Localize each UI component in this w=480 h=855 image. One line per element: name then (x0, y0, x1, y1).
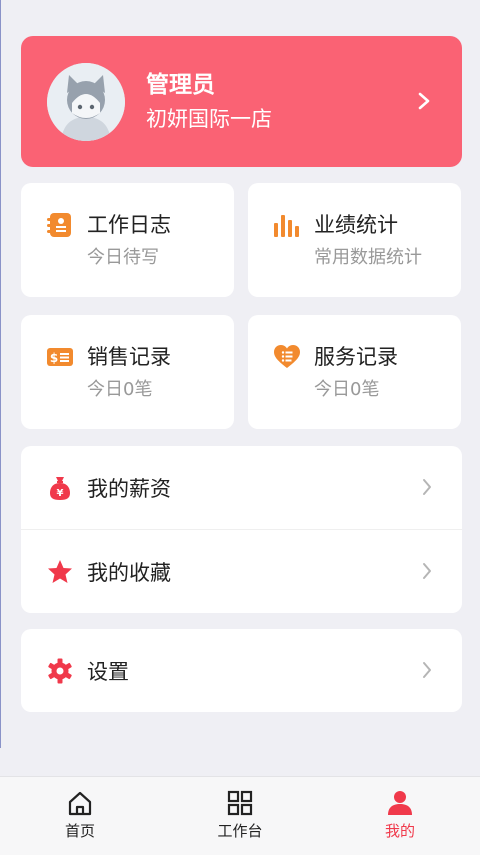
person-icon (388, 791, 412, 815)
menu-label: 我的收藏 (87, 560, 171, 585)
star-icon (48, 559, 72, 583)
notebook-icon (47, 213, 71, 237)
money-bag-icon: ¥ (50, 476, 70, 500)
chevron-right-icon (423, 662, 431, 678)
card-title: 销售记录 (87, 345, 171, 369)
service-record-card[interactable]: 服务记录 今日0笔 (248, 315, 461, 429)
work-log-card[interactable]: 工作日志 今日待写 (21, 183, 234, 297)
chevron-right-icon (418, 92, 430, 110)
bottom-tab-bar: 首页 工作台 我的 (0, 776, 480, 855)
chevron-right-icon (423, 479, 431, 495)
menu-item-favorites[interactable]: 我的收藏 (21, 529, 462, 613)
tab-label: 工作台 (217, 822, 263, 840)
performance-stats-card[interactable]: 业绩统计 常用数据统计 (248, 183, 461, 297)
avatar (47, 62, 125, 141)
card-subtitle: 常用数据统计 (314, 247, 422, 268)
menu-item-salary[interactable]: ¥ 我的薪资 (21, 446, 462, 529)
grid-icon (227, 790, 253, 816)
chevron-right-icon (423, 563, 431, 579)
card-subtitle: 今日待写 (87, 247, 159, 268)
dollar-receipt-icon: $ (47, 348, 73, 366)
card-subtitle: 今日0笔 (87, 379, 153, 400)
tab-workbench[interactable]: 工作台 (160, 777, 320, 855)
card-title: 服务记录 (314, 345, 398, 369)
card-title: 工作日志 (87, 213, 171, 237)
svg-text:$: $ (50, 351, 58, 365)
gear-icon (48, 658, 72, 683)
settings-group: 设置 (21, 629, 462, 712)
profile-card[interactable]: 管理员 初妍国际一店 (21, 36, 462, 167)
tab-label: 首页 (64, 822, 95, 840)
menu-label: 设置 (87, 659, 129, 684)
card-subtitle: 今日0笔 (314, 379, 380, 400)
home-icon (68, 791, 92, 816)
left-edge-line (0, 0, 1, 748)
card-title: 业绩统计 (314, 213, 398, 237)
heart-list-icon (274, 345, 300, 368)
menu-label: 我的薪资 (87, 476, 171, 501)
menu-group: ¥ 我的薪资 我的收藏 (21, 446, 462, 613)
tab-mine[interactable]: 我的 (320, 777, 480, 855)
tab-home[interactable]: 首页 (0, 777, 160, 855)
profile-name: 管理员 (146, 71, 215, 98)
tab-label: 我的 (384, 822, 415, 840)
bar-chart-icon (274, 215, 299, 237)
profile-store: 初妍国际一店 (146, 106, 272, 131)
menu-item-settings[interactable]: 设置 (21, 629, 462, 712)
sales-record-card[interactable]: $ 销售记录 今日0笔 (21, 315, 234, 429)
svg-text:¥: ¥ (57, 488, 64, 499)
